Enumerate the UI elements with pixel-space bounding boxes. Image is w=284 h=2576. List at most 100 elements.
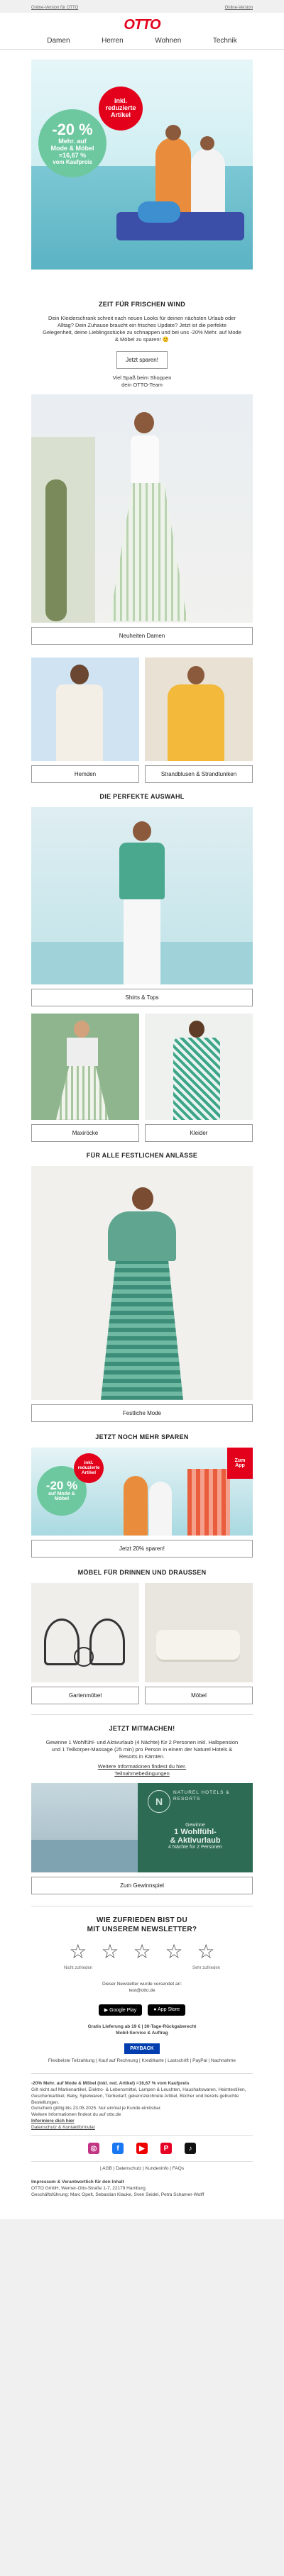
pinterest-icon[interactable]: P	[160, 2143, 172, 2155]
kleider-model-head	[189, 1020, 204, 1038]
survey-note-left: Nicht zufrieden	[64, 1966, 93, 1971]
fineprint-1: -20% Mehr. auf Mode & Möbel (inkl. red. …	[31, 2081, 190, 2087]
star-5-icon[interactable]: ☆	[197, 1942, 215, 1962]
rating-stars: ☆ ☆ ☆ ☆ ☆	[0, 1938, 284, 1966]
hemden-button[interactable]: Hemden	[31, 765, 139, 783]
hemden-model-shirt	[56, 684, 103, 761]
fineprint-4: Weitere Informationen findest du auf ott…	[31, 2112, 121, 2118]
maxiroecke-button[interactable]: Maxiröcke	[31, 1123, 139, 1142]
hero-bench	[116, 212, 244, 240]
strand-image[interactable]	[145, 657, 253, 761]
prize-small-2: 4 Nächte für 2 Personen	[168, 1845, 222, 1850]
nav-technik[interactable]: Technik	[213, 37, 237, 45]
survey-note-right: Sehr zufrieden	[192, 1966, 220, 1971]
save-banner[interactable]: -20 % auf Mode & Möbel inkl. reduzierte …	[31, 1447, 253, 1536]
app-corner-badge[interactable]: Zum App	[227, 1447, 253, 1479]
imprint-2: OTTO GmbH, Werner-Otto-Straße 1-7, 22179…	[31, 2185, 146, 2191]
garden-column: Gartenmöbel	[31, 1582, 139, 1704]
shirts-model-head	[133, 821, 151, 841]
sofa	[156, 1629, 240, 1660]
garden-table	[74, 1646, 94, 1667]
maxirock-image[interactable]	[31, 1013, 139, 1120]
star-3-icon[interactable]: ☆	[133, 1942, 151, 1962]
gartenmoebel-button[interactable]: Gartenmöbel	[31, 1686, 139, 1704]
kleider-button[interactable]: Kleider	[145, 1123, 253, 1142]
footer-links[interactable]: | AGB | Datenschutz | Kundeninfo | FAQs	[0, 2162, 284, 2172]
tiktok-icon[interactable]: ♪	[185, 2143, 196, 2155]
moebel-image[interactable]	[145, 1582, 253, 1682]
women-cactus	[45, 479, 67, 621]
payback-badge[interactable]: PAYBACK	[124, 2043, 160, 2055]
hero-line3: =16,67 %	[58, 151, 87, 159]
fineprint-5[interactable]: Informiere dich hier	[31, 2119, 253, 2125]
survey-title-2: MIT UNSEREM NEWSLETTER?	[87, 1926, 197, 1934]
star-2-icon[interactable]: ☆	[101, 1942, 119, 1962]
women-new-image[interactable]	[31, 394, 253, 623]
garden-image[interactable]	[31, 1582, 139, 1682]
maxirock-model-skirt	[56, 1065, 109, 1120]
nav-wohnen[interactable]: Wohnen	[155, 37, 181, 45]
contest-banner[interactable]: N NATUREL HOTELS & RESORTS Gewinne 1 Woh…	[31, 1783, 253, 1873]
save-striped-chairs	[187, 1468, 230, 1536]
neuheiten-damen-button[interactable]: Neuheiten Damen	[31, 626, 253, 645]
save-sub2: Möbel	[54, 1497, 70, 1502]
youtube-icon[interactable]: ▶	[136, 2143, 148, 2155]
hero-line2: Mode & Möbel	[50, 144, 94, 152]
star-4-icon[interactable]: ☆	[165, 1942, 183, 1962]
women-model-top	[131, 435, 159, 485]
nav-damen[interactable]: Damen	[47, 37, 70, 45]
hemden-model-head	[70, 664, 89, 684]
shirts-image[interactable]	[31, 806, 253, 984]
newsletter-recipient-email: test@otto.de	[129, 1988, 155, 1994]
app-store-label: App Store	[158, 2006, 180, 2012]
otto-logo-text: OTTO	[124, 16, 160, 33]
strand-model-tunic	[168, 684, 224, 761]
service-line-2: Mobil-Service & Auftrag	[116, 2030, 168, 2036]
star-1-icon[interactable]: ☆	[69, 1942, 87, 1962]
shirts-model-top	[119, 842, 165, 899]
moebel-button[interactable]: Möbel	[145, 1686, 253, 1704]
hero-banner[interactable]: -20 % Mehr. auf Mode & Möbel =16,67 % vo…	[31, 60, 253, 270]
strand-button[interactable]: Strandblusen & Strandtuniken	[145, 765, 253, 783]
google-play-badge[interactable]: ▶ Google Play	[98, 2004, 143, 2016]
contest-body: Gewinne 1 Wohlfühl- und Aktivurlaub (4 N…	[45, 1738, 239, 1760]
jetzt-20-sparen-button[interactable]: Jetzt 20% sparen!	[31, 1539, 253, 1558]
instagram-icon[interactable]: ◎	[88, 2143, 99, 2155]
furniture-title: MÖBEL FÜR DRINNEN UND DRAUSSEN	[77, 1568, 207, 1576]
otto-logo[interactable]: OTTO	[0, 13, 284, 37]
app-store-badge[interactable]: ● App Store	[148, 2004, 186, 2016]
preheader-left-link[interactable]: Online-Version für OTTO	[31, 6, 78, 10]
nav-herren[interactable]: Herren	[102, 37, 124, 45]
imprint-block: Impressum & Verantwortlich für den Inhal…	[0, 2180, 284, 2198]
men-beach-grid: Hemden Strandblusen & Strandtuniken	[0, 657, 284, 783]
intro-sign-2: dein OTTO-Team	[121, 381, 163, 388]
kleider-image[interactable]	[145, 1013, 253, 1120]
contest-terms-link[interactable]: Teilnahmebedingungen	[0, 1770, 284, 1777]
women-model-head	[134, 411, 154, 433]
hemden-column: Hemden	[31, 657, 139, 783]
jetzt-sparen-button[interactable]: Jetzt sparen!	[116, 350, 168, 369]
shirts-tops-button[interactable]: Shirts & Tops	[31, 988, 253, 1006]
hero-discount-badge: -20 % Mehr. auf Mode & Möbel =16,67 % vo…	[38, 109, 106, 177]
google-play-label: Google Play	[109, 2007, 137, 2013]
prize-big-1: 1 Wohlfühl-	[174, 1828, 217, 1837]
preheader-online-link[interactable]: Online-Version	[225, 6, 253, 10]
festive-image[interactable]	[31, 1165, 253, 1400]
shirts-model-pants	[124, 899, 160, 984]
service-line-1: Gratis Lieferung ab 19 € | 30-Tage-Rückg…	[87, 2023, 197, 2029]
kleider-model-dress	[173, 1037, 220, 1120]
festliche-mode-button[interactable]: Festliche Mode	[31, 1404, 253, 1422]
save-red-badge-mid: reduzierte	[77, 1465, 100, 1471]
gewinnspiel-button[interactable]: Zum Gewinnspiel	[31, 1877, 253, 1895]
fineprint-2: Gilt nicht auf Markenartikel, Elektro- &…	[31, 2087, 246, 2105]
festive-model-skirt	[101, 1260, 183, 1400]
festive-model-top	[108, 1211, 176, 1261]
contest-info-link[interactable]: Weitere Informationen findest du hier.	[0, 1763, 284, 1770]
fineprint-6[interactable]: Datenschutz & Kontaktformular	[31, 2125, 253, 2131]
maxirock-model-head	[74, 1020, 89, 1038]
facebook-icon[interactable]: f	[112, 2143, 124, 2155]
hero-line4: vom Kaufpreis	[53, 158, 92, 165]
perfect-title: DIE PERFEKTE AUSWAHL	[99, 792, 185, 800]
app-corner-line1: Zum	[234, 1458, 246, 1463]
hemden-image[interactable]	[31, 657, 139, 761]
